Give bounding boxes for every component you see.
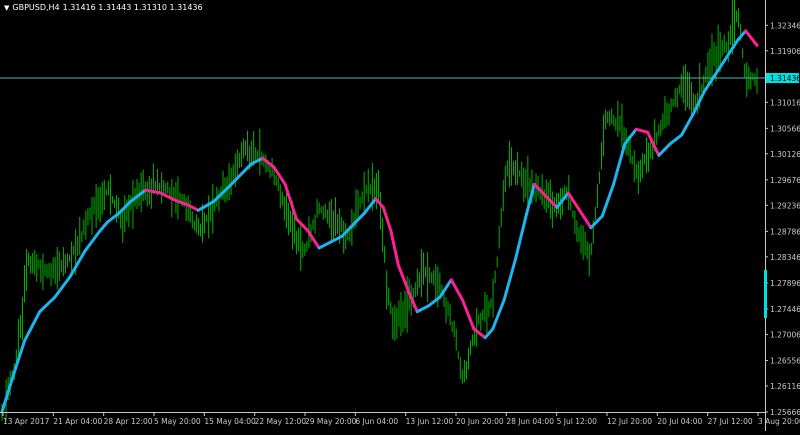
symbol-header: ▼ GBPUSD,H4 1.31416 1.31443 1.31310 1.31… [4,3,203,12]
x-tick-label: 13 Apr 2017 [3,417,50,426]
y-tick-label: 1.30566 [770,124,800,133]
chart-canvas[interactable]: 1.32346 1.31906 1.31436 1.31016 1.30566 1.301… [0,0,800,431]
y-tick-label: 1.28346 [770,253,800,262]
x-axis-border [0,412,766,413]
x-tick-label: 20 Jul 04:00 [657,417,702,426]
y-tick-label: 1.27446 [770,305,800,314]
x-tick-label: 27 Jul 12:00 [708,417,753,426]
x-tick-label: 28 Apr 12:00 [104,417,153,426]
y-tick-label: 1.29676 [770,176,800,185]
x-tick-label: 6 Jun 04:00 [355,417,398,426]
y-tick-label: 1.32346 [770,21,800,30]
x-tick-label: 20 Jun 20:00 [456,417,504,426]
y-tick-label: 1.25666 [770,408,800,417]
y-tick-label: 1.31016 [770,98,800,107]
x-tick-label: 15 May 04:00 [204,417,256,426]
y-tick-label: 1.27896 [770,279,800,288]
y-axis-border [765,0,766,431]
x-tick-label: 3 Aug 20:00 [758,417,800,426]
symbol-timeframe: GBPUSD,H4 [12,3,60,12]
chart-area[interactable]: 1.32346 1.31906 1.31436 1.31016 1.30566 1.301… [0,0,800,431]
scroll-marker[interactable] [764,270,767,318]
x-tick-label: 5 May 20:00 [154,417,201,426]
y-tick-label: 1.26556 [770,356,800,365]
current-price-label: 1.31436 [770,74,800,83]
y-tick-label: 1.27006 [770,330,800,339]
y-tick-label: 1.30126 [770,150,800,159]
chart-background [0,0,800,431]
x-tick-label: 12 Jul 20:00 [607,417,652,426]
y-tick-label: 1.31906 [770,47,800,56]
x-tick-label: 21 Apr 04:00 [53,417,102,426]
x-tick-label: 13 Jun 12:00 [406,417,454,426]
y-tick-label: 1.28786 [770,227,800,236]
ohlc-values: 1.31416 1.31443 1.31310 1.31436 [62,3,203,12]
y-tick-label: 1.26116 [770,382,800,391]
y-tick-label: 1.29236 [770,201,800,210]
x-tick-label: 5 Jul 12:00 [557,417,597,426]
dropdown-triangle-icon[interactable]: ▼ [4,4,9,12]
x-tick-label: 22 May 12:00 [255,417,307,426]
x-tick-label: 29 May 20:00 [305,417,357,426]
x-tick-label: 28 Jun 04:00 [506,417,554,426]
